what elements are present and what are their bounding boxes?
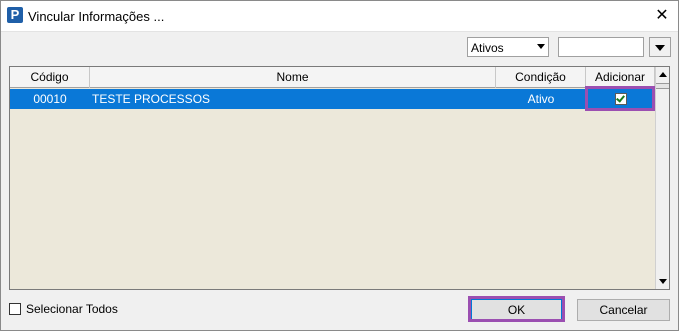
vertical-scrollbar[interactable]	[655, 67, 669, 289]
status-filter-value: Ativos	[471, 41, 504, 55]
search-dropdown-button[interactable]	[649, 37, 671, 57]
cancel-button[interactable]: Cancelar	[577, 299, 670, 321]
column-header-nome[interactable]: Nome	[90, 67, 496, 88]
column-header-codigo[interactable]: Código	[10, 67, 90, 88]
chevron-down-icon	[655, 45, 665, 51]
app-logo-icon: P	[7, 7, 23, 23]
cell-codigo: 00010	[33, 92, 67, 106]
close-button[interactable]: ✕	[651, 6, 673, 26]
select-all-checkbox[interactable]: Selecionar Todos	[9, 302, 129, 318]
ok-highlight-annotation	[468, 296, 565, 322]
search-input[interactable]	[558, 37, 644, 57]
select-all-box[interactable]	[9, 303, 21, 315]
window-title: Vincular Informações ...	[28, 9, 165, 24]
cell-condicao: Ativo	[527, 92, 555, 106]
data-grid: Código Nome Condição Adicionar 00010 TES…	[9, 66, 670, 290]
column-header-adicionar[interactable]: Adicionar	[586, 67, 655, 88]
grid-header: Código Nome Condição Adicionar	[10, 67, 655, 88]
checkbox-highlight-annotation	[585, 86, 655, 111]
title-divider	[1, 31, 678, 32]
scroll-up-arrow-icon[interactable]	[659, 72, 667, 77]
table-row[interactable]: 00010 TESTE PROCESSOS Ativo	[10, 89, 655, 109]
chevron-down-icon	[537, 44, 545, 49]
scroll-down-arrow-icon[interactable]	[659, 279, 667, 284]
cell-nome: TESTE PROCESSOS	[92, 92, 211, 106]
select-all-label: Selecionar Todos	[26, 302, 118, 316]
title-bar: P Vincular Informações ... ✕	[1, 1, 678, 31]
status-filter-select[interactable]: Ativos	[467, 37, 549, 57]
scroll-thumb[interactable]	[656, 83, 669, 89]
dialog-window: P Vincular Informações ... ✕ Ativos Códi…	[0, 0, 679, 331]
column-header-condicao[interactable]: Condição	[496, 67, 586, 88]
